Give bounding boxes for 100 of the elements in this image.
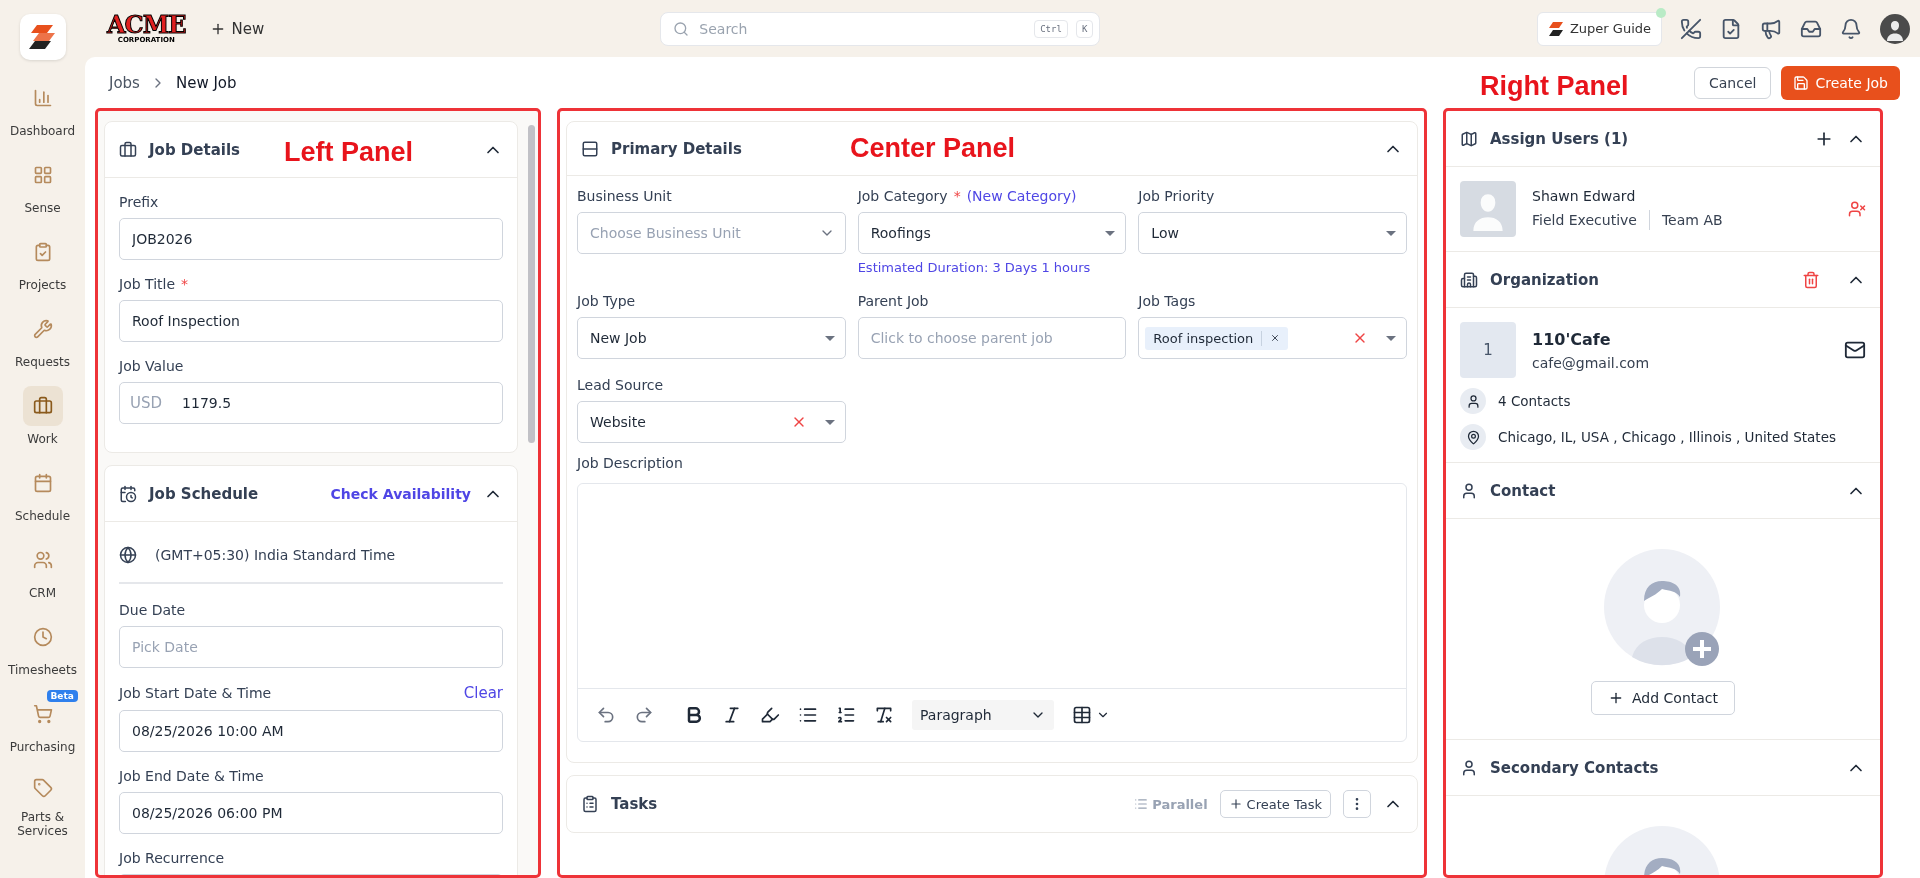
bar-chart-icon [32, 88, 53, 108]
sidebar-item[interactable]: Projects [2, 232, 83, 299]
field-label: Job Priority [1138, 188, 1216, 204]
timezone-text: (GMT+05:30) India Standard Time [155, 547, 396, 563]
text-input[interactable]: Website [588, 413, 773, 431]
cancel-button[interactable]: Cancel [1694, 66, 1772, 99]
organization-name: 110'Cafe [1532, 329, 1612, 349]
field-label: Job Category * (New Category) [857, 188, 1078, 204]
bullet-list-icon[interactable] [798, 705, 818, 725]
create-job-button[interactable]: Create Job [1781, 65, 1900, 100]
check-availability-link[interactable]: Check Availability [330, 485, 471, 502]
contacts-count: 4 Contacts [1498, 393, 1571, 409]
checklist-icon[interactable] [1720, 17, 1742, 40]
save-icon [1793, 74, 1810, 91]
remove-tag-icon[interactable] [1270, 333, 1281, 343]
scrollbar-thumb[interactable] [528, 125, 535, 443]
field-label: Job Title * [119, 276, 190, 292]
organization-avatar: 1 [1460, 322, 1516, 378]
search-field[interactable]: Search Ctrl K [660, 11, 1101, 46]
tags-field[interactable]: Roof inspection [1138, 317, 1407, 359]
remove-user-icon[interactable] [1848, 200, 1866, 218]
highlighter-icon[interactable] [760, 705, 780, 725]
section-title: Job Schedule [149, 484, 259, 503]
text-input[interactable]: 1179.5 [180, 394, 492, 412]
tag-icon [32, 777, 53, 798]
sidebar-item[interactable]: Dashboard [2, 78, 83, 145]
users-icon [32, 550, 53, 570]
clear-format-icon[interactable] [874, 705, 894, 725]
sidebar-item[interactable]: Parts & Services [2, 771, 83, 838]
required-mark: * [181, 276, 189, 292]
text-input[interactable]: 08/25/2026 10:00 AM [130, 722, 492, 740]
table-icon[interactable] [1072, 705, 1092, 725]
dropdown-field[interactable]: Low [1138, 212, 1407, 254]
required-mark: * [953, 188, 961, 204]
calendar-clock-icon [119, 484, 137, 503]
text-input[interactable]: New Job [588, 329, 807, 347]
undo-icon[interactable] [596, 705, 616, 725]
sidebar-item[interactable]: Schedule [2, 463, 83, 530]
annotation-label: Left Panel [284, 137, 414, 168]
italic-icon[interactable] [722, 705, 742, 725]
notification-icon[interactable] [1840, 17, 1862, 40]
field-label: Job Start Date & Time [119, 685, 272, 701]
text-input[interactable]: 08/25/2026 06:00 PM [130, 804, 492, 822]
input-field[interactable]: USD 1179.5 [119, 382, 503, 424]
field-label: Job Type [577, 293, 637, 309]
user-name: Shawn Edward [1532, 188, 1637, 204]
caret-icon [1105, 230, 1116, 236]
input-field[interactable]: Click to choose parent job [857, 317, 1127, 359]
numbered-list-icon[interactable] [836, 705, 856, 725]
delete-button[interactable] [1802, 270, 1820, 289]
mail-icon[interactable] [1844, 339, 1866, 361]
text-input[interactable]: Roof Inspection [130, 312, 492, 330]
clock-icon [32, 627, 53, 647]
person-icon [1460, 481, 1478, 500]
create-task-button[interactable]: Create Task [1219, 790, 1331, 818]
shortcut-key: Ctrl [1034, 19, 1068, 38]
sidebar-item[interactable]: Timesheets [2, 617, 83, 684]
sidebar-item[interactable]: Sense [2, 155, 83, 222]
redo-icon[interactable] [634, 705, 654, 725]
text-input[interactable]: Low [1149, 224, 1368, 242]
clear-link[interactable]: Clear [463, 684, 503, 702]
briefcase-icon [32, 396, 53, 416]
format-dropdown[interactable]: Paragraph [912, 700, 1054, 730]
status-dot [1656, 7, 1666, 18]
sidebar-item[interactable]: CRM [2, 540, 83, 607]
input-field[interactable]: Pick Date [119, 626, 503, 668]
new-category-link[interactable]: (New Category) [966, 188, 1077, 204]
sidebar-item[interactable]: Work [2, 386, 83, 453]
text-input[interactable]: Pick Date [130, 638, 492, 656]
duration-hint: Estimated Duration: 3 Days 1 hours [857, 260, 1092, 275]
sidebar-item[interactable]: Requests [2, 309, 83, 376]
app-logo[interactable] [19, 14, 66, 60]
section-title: Primary Details [611, 139, 742, 158]
text-input[interactable]: Click to choose parent job [868, 329, 1116, 347]
dropdown-field[interactable]: Website [577, 401, 846, 443]
breadcrumb-current: New Job [175, 73, 237, 92]
input-field[interactable]: Roof Inspection [119, 300, 503, 342]
megaphone-icon[interactable] [1760, 17, 1782, 40]
beta-badge: Beta [46, 690, 78, 702]
section-title: Contact [1490, 481, 1556, 500]
dropdown-field[interactable]: Choose Business Unit [577, 212, 846, 254]
section-title: Secondary Contacts [1490, 758, 1659, 777]
phone-muted-icon[interactable] [1680, 17, 1702, 40]
description-editor[interactable]: Paragraph [577, 483, 1407, 742]
input-field[interactable]: 08/25/2026 06:00 PM [119, 792, 503, 834]
new-button[interactable]: New [203, 18, 271, 39]
text-input[interactable]: Roofings [868, 224, 1088, 242]
breadcrumb-link[interactable]: Jobs [109, 73, 140, 92]
text-input[interactable]: Choose Business Unit [588, 224, 801, 242]
input-field[interactable]: JOB2026 [119, 218, 503, 260]
add-contact-button[interactable]: Add Contact [1591, 681, 1735, 715]
tasks-icon [581, 795, 599, 813]
user-avatar[interactable] [1880, 13, 1910, 44]
search-input[interactable]: Search [697, 19, 1027, 38]
user-role: Field Executive [1532, 212, 1637, 228]
dropdown-field[interactable]: New Job [577, 317, 846, 359]
input-field[interactable]: 08/25/2026 10:00 AM [119, 710, 503, 752]
person-icon [1465, 393, 1481, 409]
text-input[interactable]: JOB2026 [130, 230, 492, 248]
dropdown-field[interactable]: Roofings [857, 212, 1127, 254]
